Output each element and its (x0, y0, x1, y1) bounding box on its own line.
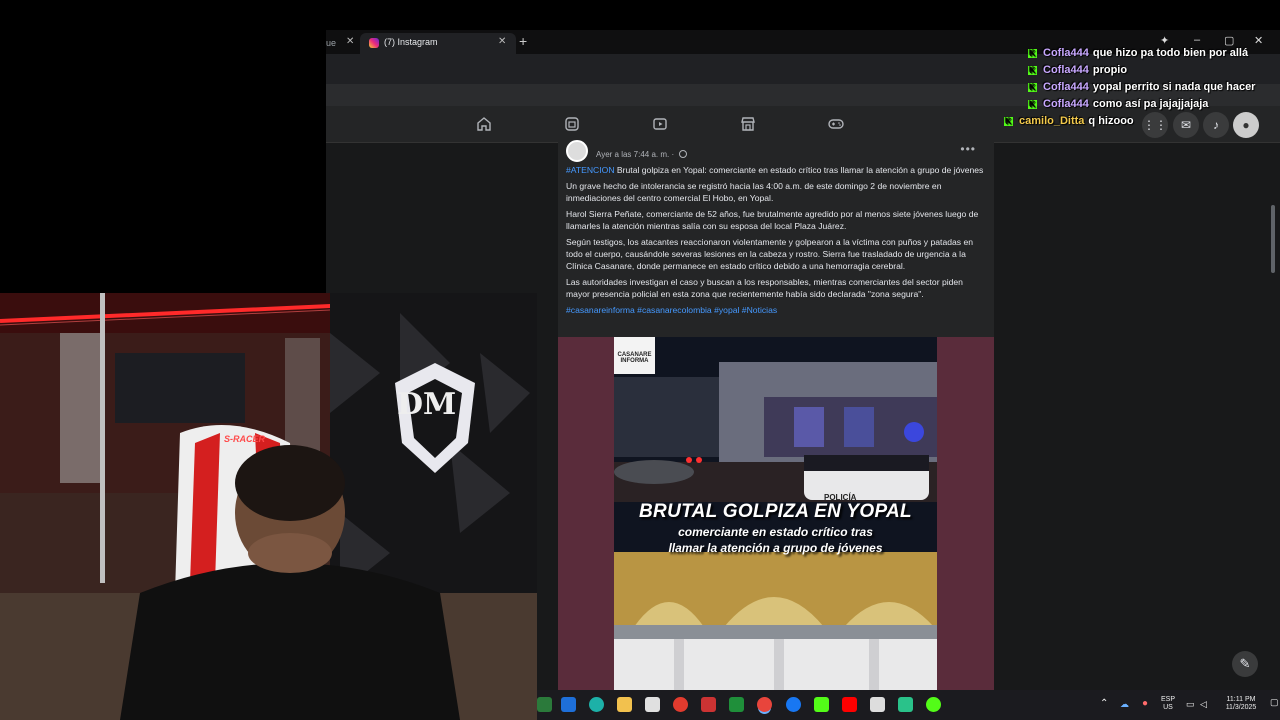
clock-time: 11:11 PM (1226, 696, 1256, 703)
youtube-icon[interactable] (842, 697, 857, 712)
stream-chat-overlay: K Cofla444 que hizo pa todo bien por allá … (1000, 47, 1280, 137)
kick-badge-icon: K (1028, 82, 1037, 92)
kick-badge-icon: K (1028, 99, 1037, 109)
app-icon[interactable] (870, 697, 885, 712)
folder-icon[interactable] (617, 697, 632, 712)
subheadline-text: llamar la atención a grupo de jóvenes (668, 541, 883, 555)
home-icon[interactable] (476, 116, 492, 132)
chat-message: K Cofla444 como así pa jajajjajaja (1028, 98, 1208, 114)
page-avatar[interactable] (566, 140, 588, 162)
minimize-button[interactable]: – (1194, 34, 1200, 46)
video-icon[interactable] (652, 116, 668, 132)
chat-text: propio (1092, 64, 1128, 76)
close-icon[interactable]: ✕ (346, 36, 354, 47)
post-paragraph: Harol Sierra Peñate, comerciante de 52 a… (566, 209, 979, 231)
hashtag-link[interactable]: #ATENCION (566, 165, 615, 175)
edge-icon[interactable] (589, 697, 604, 712)
image-headline: BRUTAL GOLPIZA EN YOPAL comerciante en e… (614, 501, 937, 555)
chat-username: Cofla444 (1043, 47, 1089, 59)
wall-logo-text: DM (397, 387, 457, 422)
microphone-icon[interactable]: ● (1142, 698, 1148, 709)
page-scrollbar[interactable] (1271, 205, 1275, 273)
headline-text: BRUTAL GOLPIZA EN YOPAL (639, 501, 912, 522)
clock[interactable]: 11:11 PM 11/3/2025 (1216, 696, 1266, 712)
app-icon[interactable] (898, 697, 913, 712)
chat-text: yopal perrito si nada que hacer (1092, 81, 1256, 93)
chat-username: Cofla444 (1043, 64, 1089, 76)
kick-badge-icon: K (1028, 48, 1037, 58)
app-icon[interactable] (729, 697, 744, 712)
chat-username: Cofla444 (1043, 81, 1089, 93)
subheadline-text: comerciante en estado crítico tras (678, 525, 873, 539)
logo-line: INFORMA (620, 358, 649, 364)
post-media-frame: CASANARE INFORMA POLICÍA BRUTAL GOLPIZA … (558, 337, 994, 690)
app-icon[interactable] (926, 697, 941, 712)
marketplace-icon[interactable] (740, 116, 756, 132)
notification-center-icon[interactable]: ▢ (1270, 697, 1279, 708)
post-paragraph: Las autoridades investigan el caso y bus… (566, 277, 963, 299)
reels-icon[interactable] (564, 116, 580, 132)
hashtags-line[interactable]: #casanareinforma #casanarecolombia #yopa… (566, 304, 988, 316)
post-header: Ayer a las 7:44 a. m. · ••• (566, 140, 986, 162)
post-paragraph: Un grave hecho de intolerancia se regist… (566, 181, 942, 203)
new-tab-button[interactable]: + (519, 33, 527, 49)
system-tray: ⌃ ☁ ● ESP US ▭ ◁ 11:11 PM 11/3/2025 ▢ (1100, 690, 1280, 720)
network-icon[interactable]: ▭ (1186, 699, 1195, 710)
app-icon[interactable] (561, 697, 576, 712)
chat-message: Kcamilo_Ditta q hizooo (1004, 115, 1134, 131)
close-icon[interactable]: ✕ (498, 36, 506, 47)
post-paragraph: Según testigos, los atacantes reaccionar… (566, 237, 974, 271)
cloud-icon[interactable]: ☁ (1120, 699, 1129, 710)
chair-brand-text: S-RACER (224, 434, 266, 444)
app-icon[interactable] (673, 697, 688, 712)
feed-post: Ayer a las 7:44 a. m. · ••• #ATENCION Br… (558, 136, 994, 690)
language-code: ESP (1160, 696, 1175, 703)
webcam-feed: S-RACER DM (0, 293, 537, 720)
webcam-scene (0, 293, 537, 720)
chat-text: q hizooo (1088, 115, 1134, 127)
paragraph-text: Brutal golpiza en Yopal: comerciante en … (614, 165, 984, 175)
tab-title: (7) Instagram (384, 37, 438, 47)
app-icon[interactable] (537, 697, 552, 712)
chat-message: K Cofla444 propio (1028, 64, 1127, 80)
maximize-button[interactable]: ▢ (1224, 34, 1234, 47)
casanare-informa-logo: CASANARE INFORMA (614, 337, 655, 374)
chat-text: que hizo pa todo bien por allá (1092, 47, 1249, 59)
sparkle-icon[interactable]: ✦ (1160, 34, 1169, 47)
chevron-up-icon[interactable]: ⌃ (1100, 698, 1108, 709)
region-code: US (1163, 704, 1173, 711)
clock-date: 11/3/2025 (1225, 704, 1257, 711)
store-icon[interactable] (645, 697, 660, 712)
instagram-icon (369, 38, 379, 48)
chat-username: Cofla444 (1043, 98, 1089, 110)
kick-icon[interactable] (814, 697, 829, 712)
compose-button[interactable]: ✎ (1232, 651, 1258, 677)
tab-instagram[interactable]: (7) Instagram ✕ (360, 33, 516, 54)
facebook-icon[interactable] (786, 697, 801, 712)
kick-badge-icon: K (1028, 65, 1037, 75)
chrome-icon[interactable] (757, 697, 772, 712)
chat-message: K Cofla444 yopal perrito si nada que hacer (1028, 81, 1255, 97)
language-indicator[interactable]: ESP US (1158, 696, 1178, 712)
gaming-icon[interactable] (828, 116, 844, 132)
globe-icon (679, 150, 687, 158)
screen: ue ✕ (7) Instagram ✕ + ✦ – ▢ ✕ ⋮⋮ ✉ ♪ ● … (0, 0, 1280, 720)
post-image[interactable]: CASANARE INFORMA POLICÍA BRUTAL GOLPIZA … (614, 337, 937, 690)
taskbar: ⌃ ☁ ● ESP US ▭ ◁ 11:11 PM 11/3/2025 ▢ (537, 690, 1280, 720)
volume-icon[interactable]: ◁ (1200, 699, 1207, 710)
chat-message: K Cofla444 que hizo pa todo bien por allá (1028, 47, 1248, 63)
post-paragraph: #ATENCION Brutal golpiza en Yopal: comer… (566, 164, 988, 176)
kick-badge-icon: K (1004, 116, 1013, 126)
close-window-button[interactable]: ✕ (1254, 34, 1263, 47)
app-icon[interactable] (701, 697, 716, 712)
chat-text: como así pa jajajjajaja (1092, 98, 1209, 110)
chat-username: camilo_Ditta (1019, 115, 1085, 127)
post-timestamp[interactable]: Ayer a las 7:44 a. m. · (596, 150, 674, 159)
post-text: #ATENCION Brutal golpiza en Yopal: comer… (566, 164, 988, 320)
more-options-icon[interactable]: ••• (960, 142, 976, 156)
